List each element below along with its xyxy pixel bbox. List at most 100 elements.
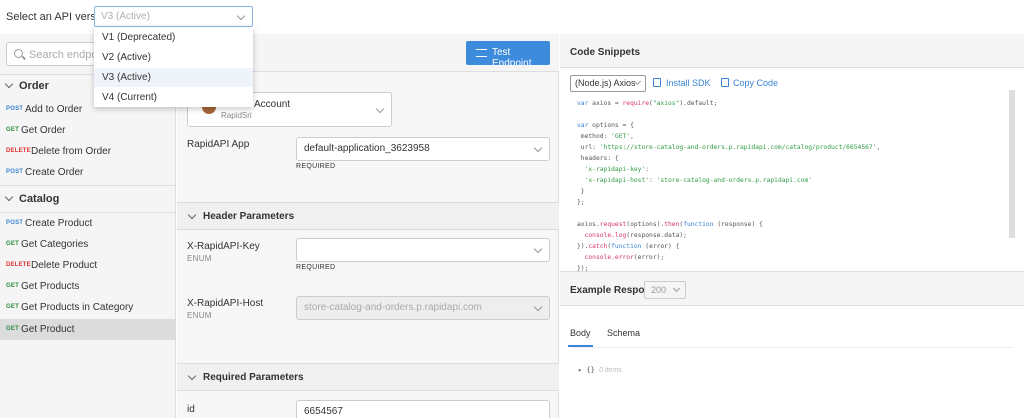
code-line: url: 'https://store-catalog-and-orders.p… [577,144,881,151]
method-badge: DELETE [6,148,31,154]
version-option-v2[interactable]: V2 (Active) [94,48,253,67]
endpoint-name: Get Product [21,324,75,335]
rapidapi-host-select[interactable]: store-catalog-and-orders.p.rapidapi.com [296,296,550,320]
method-badge: DELETE [6,262,31,268]
key-type: ENUM [187,254,212,263]
chevron-down-icon [533,302,543,312]
host-value: store-catalog-and-orders.p.rapidapi.com [304,302,482,313]
host-type: ENUM [187,311,212,320]
code-line: }); [577,265,589,272]
copy-code-link[interactable]: Copy Code [733,78,778,88]
code-line: headers: { [577,155,619,162]
code-line: method: 'GET', [577,133,634,140]
version-option-v3[interactable]: V3 (Active) [94,68,253,87]
code-line: 'x-rapidapi-host': 'store-catalog-and-or… [577,177,813,184]
endpoint-name: Add to Order [25,104,83,115]
code-line: }; [577,199,585,206]
method-badge: GET [6,283,19,289]
endpoint-get-products-in-category[interactable]: GET Get Products in Category [0,297,176,318]
tab-underline [570,347,1014,348]
install-sdk-link[interactable]: Install SDK [666,78,711,88]
response-tree[interactable]: ▸ {} 0 items [578,366,622,374]
code-panel: Code Snippets (Node.js) Axios Install SD… [560,34,1024,418]
status-code-value: 200 [651,285,667,295]
status-code-select[interactable]: 200 [644,281,686,299]
method-badge: GET [6,326,19,332]
endpoint-name: Get Products [21,281,80,292]
endpoint-name: Delete from Order [31,146,112,157]
group-name: Order [19,80,49,92]
required-label: REQUIRED [296,264,336,271]
account-name: Account [254,99,291,110]
tab-body[interactable]: Body [568,328,592,347]
version-option-v4[interactable]: V4 (Current) [94,88,253,107]
rapidapi-key-select[interactable] [296,238,550,262]
code-line: var axios = require("axios").default; [577,100,718,107]
method-badge: POST [6,220,24,226]
package-icon [653,78,661,87]
account-sub: RapidSri [221,111,252,120]
method-badge: GET [6,127,19,133]
endpoint-get-categories[interactable]: GET Get Categories [0,234,176,255]
language-value: (Node.js) Axios [575,78,636,88]
code-snippets-header: Code Snippets [560,34,1024,68]
code-line: } [577,188,585,195]
code-snippets-title: Code Snippets [570,47,641,58]
chevron-down-icon [4,79,14,89]
scrollbar-thumb[interactable] [1009,90,1015,238]
test-endpoint-label: Test Endpoint [492,47,532,69]
endpoint-delete-product[interactable]: DELETE Delete Product [0,255,176,276]
id-input[interactable]: 6654567 [296,400,550,418]
chevron-down-icon [533,244,543,254]
method-badge: POST [6,169,24,175]
endpoint-name: Delete Product [31,260,98,271]
section-title: Header Parameters [203,211,295,222]
app-label: RapidAPI App [187,139,250,150]
id-value: 6654567 [304,406,343,417]
id-label: id [187,404,195,415]
tree-braces: {} [586,366,595,374]
group-catalog[interactable]: Catalog [0,188,176,210]
endpoint-name: Get Order [21,125,66,136]
expand-icon[interactable]: ▸ [578,366,582,374]
app-select[interactable]: default-application_3623958 [296,137,550,161]
chevron-down-icon [187,371,197,381]
endpoint-create-order[interactable]: POST Create Order [0,162,176,183]
required-label: REQUIRED [296,163,336,170]
code-line: console.error(error); [577,254,665,261]
chevron-down-icon [375,104,385,114]
chevron-down-icon [236,11,246,21]
endpoint-delete-from-order[interactable]: DELETE Delete from Order [0,141,176,162]
method-badge: GET [6,241,19,247]
arrows-icon [476,49,487,57]
required-parameters-section[interactable]: Required Parameters [177,363,559,391]
version-select[interactable]: V3 (Active) [94,6,253,27]
method-badge: POST [6,106,24,112]
example-response-header: Example Response 200 [560,272,1024,306]
tree-item-count: 0 items [599,367,622,374]
endpoint-get-order[interactable]: GET Get Order [0,120,176,141]
code-scrollbar[interactable] [1009,90,1015,238]
divider [0,185,176,186]
endpoint-name: Create Product [25,218,93,229]
code-snippet: var axios = require("axios").default; va… [560,94,1024,272]
version-select-value: V3 (Active) [101,11,150,22]
tab-schema[interactable]: Schema [607,328,640,338]
language-select[interactable]: (Node.js) Axios [570,75,646,92]
test-endpoint-button[interactable]: Test Endpoint [466,41,550,69]
search-icon [14,49,23,58]
code-line: }).catch(function (error) { [577,243,680,250]
version-option-v1[interactable]: V1 (Deprecated) [94,28,253,47]
chevron-down-icon [533,143,543,153]
endpoint-create-product[interactable]: POST Create Product [0,213,176,234]
code-line: var options = { [577,122,634,129]
app-value: default-application_3623958 [304,143,430,154]
section-title: Required Parameters [203,372,304,383]
endpoint-get-products[interactable]: GET Get Products [0,276,176,297]
endpoint-get-product[interactable]: GET Get Product [0,319,176,340]
header-parameters-section[interactable]: Header Parameters [177,202,559,230]
endpoint-name: Get Products in Category [21,302,134,313]
version-dropdown: V1 (Deprecated) V2 (Active) V3 (Active) … [94,27,253,107]
method-badge: GET [6,304,19,310]
code-line: axios.request(options).then(function (re… [577,221,763,228]
